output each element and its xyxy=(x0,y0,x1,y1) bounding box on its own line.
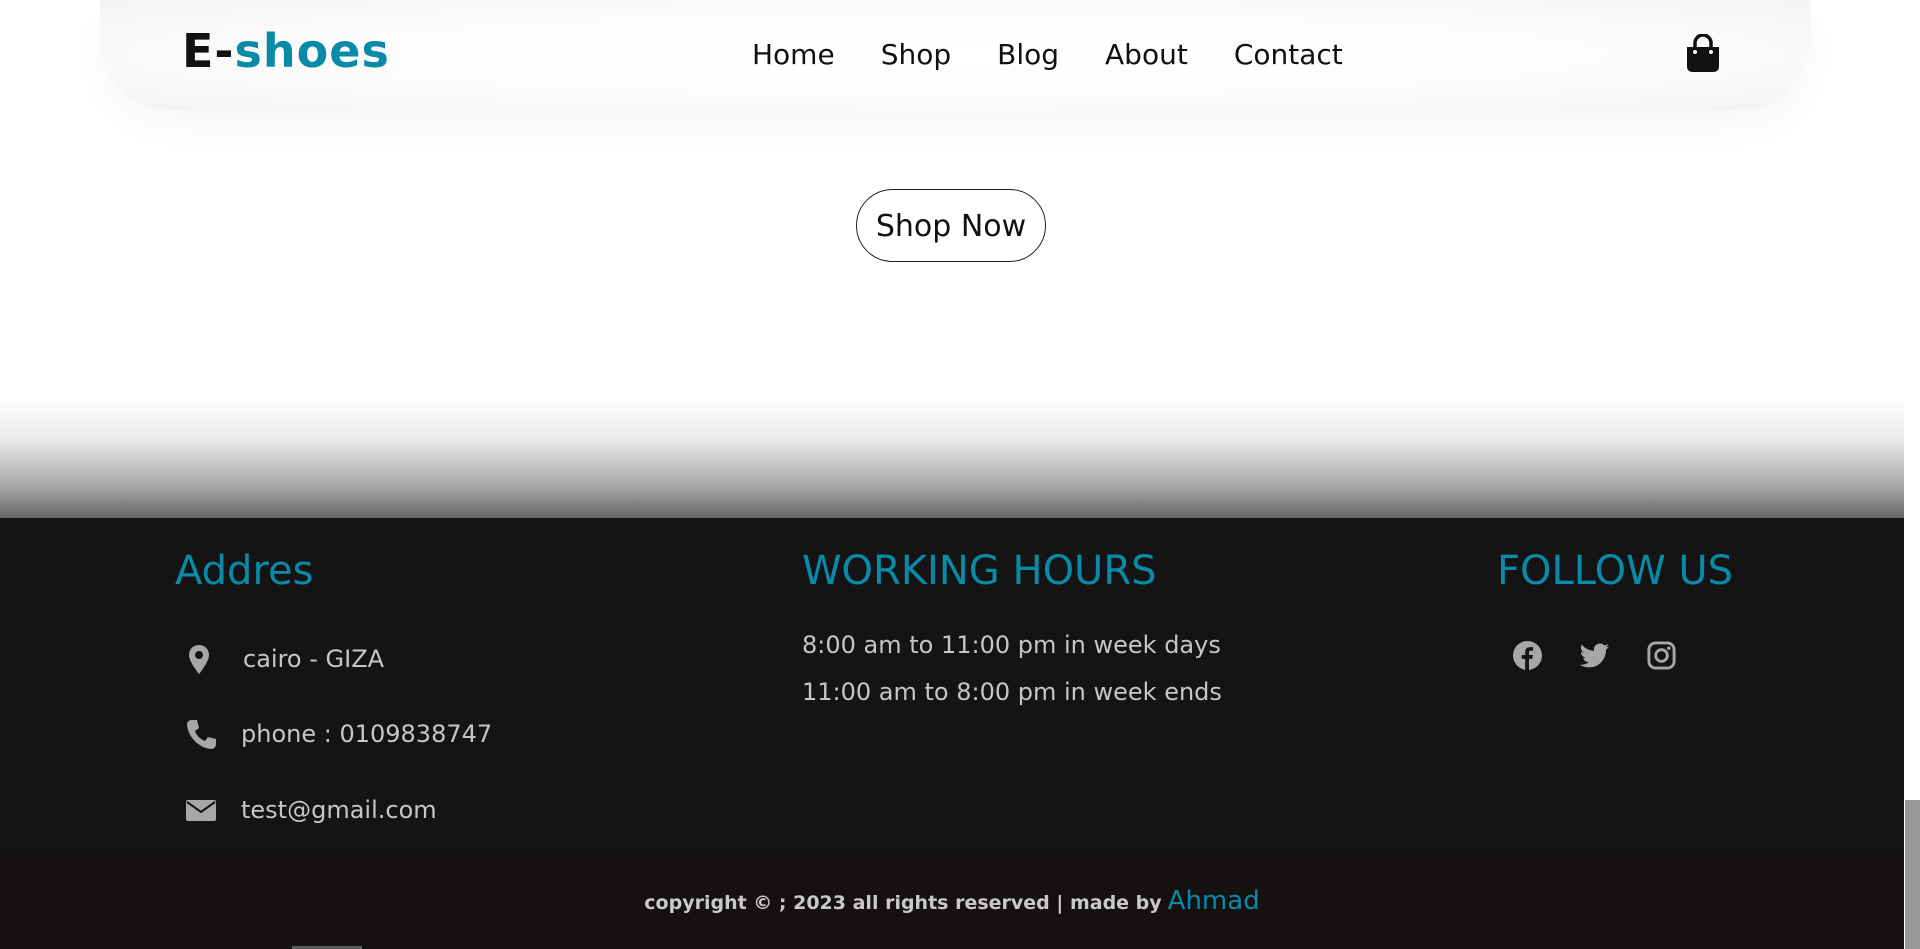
email-text[interactable]: test@gmail.com xyxy=(241,796,437,824)
address-title: Addres xyxy=(175,548,314,594)
logo-accent: shoes xyxy=(234,24,390,78)
twitter-icon[interactable] xyxy=(1579,640,1610,671)
logo-prefix: E- xyxy=(182,24,235,78)
author-link[interactable]: Ahmad xyxy=(1168,886,1260,916)
nav-contact-link[interactable]: Contact xyxy=(1234,38,1343,71)
nav-blog-link[interactable]: Blog xyxy=(997,38,1059,71)
location-text: cairo - GIZA xyxy=(243,645,385,673)
shop-now-button[interactable]: Shop Now xyxy=(856,189,1046,262)
footer: Addres cairo - GIZA phone : 0109838747 t… xyxy=(0,518,1904,853)
scrollbar-thumb[interactable] xyxy=(1905,800,1920,949)
email-row: test@gmail.com xyxy=(185,794,437,826)
follow-us-title: FOLLOW US xyxy=(1497,548,1734,594)
copyright-text: copyright © ; 2023 all rights reserved |… xyxy=(644,892,1162,914)
logo[interactable]: E-shoes xyxy=(182,24,390,78)
footer-top-shadow xyxy=(0,395,1904,518)
working-hours-title: WORKING HOURS xyxy=(802,548,1157,594)
nav-menu: Home Shop Blog About Contact xyxy=(752,38,1343,71)
social-links xyxy=(1512,640,1677,671)
page: E-shoes Home Shop Blog About Contact Sho… xyxy=(0,0,1920,949)
location-row: cairo - GIZA xyxy=(185,643,384,675)
shopping-bag-icon[interactable] xyxy=(1684,33,1722,74)
hours-weekdays: 8:00 am to 11:00 pm in week days xyxy=(802,631,1221,659)
nav-shop-link[interactable]: Shop xyxy=(881,38,951,71)
map-marker-icon xyxy=(185,643,217,675)
nav-home-link[interactable]: Home xyxy=(752,38,835,71)
copyright-line: copyright © ; 2023 all rights reserved |… xyxy=(0,886,1904,916)
phone-text: phone : 0109838747 xyxy=(241,720,493,748)
copyright-bar: copyright © ; 2023 all rights reserved |… xyxy=(0,853,1904,949)
phone-row: phone : 0109838747 xyxy=(185,718,492,750)
facebook-icon[interactable] xyxy=(1512,640,1543,671)
hours-weekends: 11:00 am to 8:00 pm in week ends xyxy=(802,678,1222,706)
envelope-icon xyxy=(185,794,217,826)
phone-icon xyxy=(185,718,217,750)
nav-about-link[interactable]: About xyxy=(1105,38,1188,71)
instagram-icon[interactable] xyxy=(1646,640,1677,671)
